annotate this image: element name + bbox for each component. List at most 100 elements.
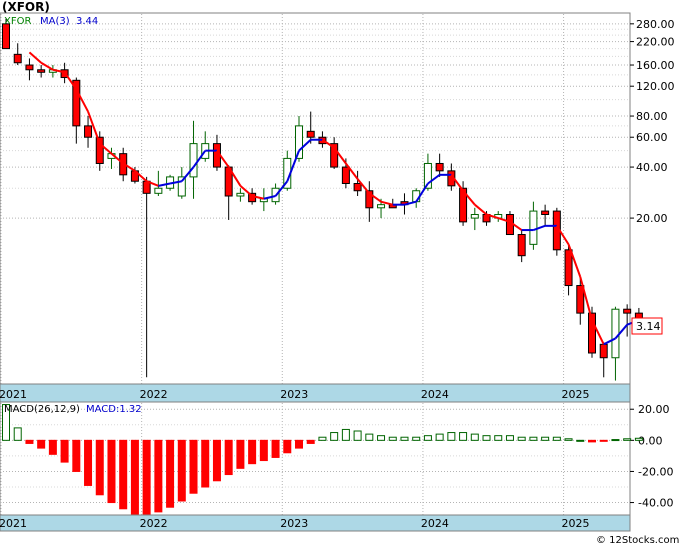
macd-bar (72, 439, 81, 472)
macd-bar (576, 439, 585, 442)
macd-bar (611, 439, 620, 442)
macd-bar (130, 439, 139, 516)
x-tick-label: 2023 (280, 517, 308, 530)
macd-legend-label: MACD(26,12,9) (4, 404, 80, 415)
macd-bar (248, 439, 257, 465)
candle-body (295, 125, 303, 159)
stock-chart: 280.00 220.00 160.00 120.00 80.00 60.00 40.00 2… (0, 0, 679, 546)
macd-bar (494, 435, 503, 441)
macd-bar (505, 435, 514, 441)
macd-bar (177, 439, 186, 502)
candle-body (84, 125, 93, 138)
macd-bar (377, 435, 386, 441)
macd-tick-label: 0.00 (638, 434, 663, 447)
candle-body (189, 143, 198, 178)
macd-y-axis: 20.00 0.00 -20.00 -40.00 (630, 403, 673, 510)
x-tick-label: 2025 (562, 517, 590, 530)
legend-ticker: XFOR (4, 16, 31, 27)
macd-bar (201, 439, 210, 488)
candle-body (25, 64, 34, 71)
candle-body (541, 210, 550, 216)
macd-bar (295, 439, 303, 449)
macd-bar (119, 439, 128, 510)
candle-body (2, 23, 10, 50)
candle-body (341, 166, 350, 184)
macd-panel (0, 401, 631, 516)
macd-bar (259, 439, 268, 462)
x-tick-label: 2025 (562, 388, 590, 401)
macd-tick-label: -40.00 (638, 497, 673, 510)
candle-body (623, 308, 632, 314)
price-x-axis-band (0, 383, 631, 403)
x-tick-label: 2023 (280, 388, 308, 401)
macd-bar (84, 439, 93, 486)
macd-bar (95, 439, 104, 496)
price-panel (0, 12, 631, 385)
macd-bar (564, 438, 573, 441)
candle-body (611, 308, 620, 359)
macd-bar (107, 439, 116, 504)
macd-bar (330, 432, 339, 441)
x-tick-label: 2022 (140, 517, 168, 530)
x-tick-label: 2024 (421, 388, 449, 401)
macd-bar (412, 436, 421, 441)
x-tick-label: 2024 (421, 517, 449, 530)
macd-bar (236, 439, 245, 469)
macd-bar (341, 428, 350, 441)
y-tick-label: 220.00 (636, 36, 675, 49)
chart-title: (XFOR) (2, 0, 50, 14)
y-tick-label: 60.00 (636, 131, 668, 144)
last-price-label: 3.14 (636, 320, 661, 333)
macd-bar (283, 439, 292, 454)
candle-body (435, 162, 444, 172)
macd-bar (60, 439, 69, 463)
macd-bar (599, 439, 608, 442)
macd-bar (37, 439, 46, 449)
y-tick-label: 80.00 (636, 110, 668, 123)
candle-body (306, 130, 315, 138)
macd-tick-label: 20.00 (638, 403, 670, 416)
macd-bar (423, 435, 432, 441)
macd-bar (212, 439, 221, 482)
macd-x-axis-band (0, 514, 631, 532)
macd-bar (482, 435, 491, 441)
macd-bar (517, 436, 526, 441)
y-tick-label: 120.00 (636, 80, 675, 93)
footer-credit: © 12Stocks.com (596, 535, 679, 546)
y-tick-label: 40.00 (636, 161, 668, 174)
macd-bar (447, 432, 456, 441)
macd-bar (271, 439, 280, 458)
macd-bar (459, 432, 468, 441)
macd-bar (541, 436, 550, 441)
macd-bar (470, 433, 479, 441)
y-tick-label: 160.00 (636, 59, 675, 72)
y-tick-label: 20.00 (636, 212, 668, 225)
macd-bar (189, 439, 198, 494)
macd-bar (154, 439, 163, 513)
macd-tick-label: -20.00 (638, 465, 673, 478)
macd-legend-value: MACD:1.32 (86, 404, 142, 415)
macd-bar (25, 439, 34, 444)
macd-bar (306, 439, 315, 444)
macd-bar (623, 438, 632, 441)
candle-body (154, 187, 163, 194)
macd-bar (634, 437, 643, 441)
candle-body (13, 53, 22, 64)
macd-bar (552, 436, 561, 441)
macd-bar (388, 436, 397, 441)
candle-body (377, 204, 386, 209)
macd-bar (48, 439, 57, 455)
macd-bar (400, 436, 409, 441)
x-tick-label: 2022 (140, 388, 168, 401)
candle-body (236, 192, 245, 197)
x-tick-label: 2021 (0, 517, 27, 530)
candle-body (517, 234, 526, 257)
y-tick-label: 280.00 (636, 18, 675, 31)
macd-bar (166, 439, 175, 508)
legend-ma-value: 3.44 (76, 16, 98, 27)
legend-ma-label: MA(3) (40, 16, 70, 27)
macd-bar (224, 439, 233, 476)
macd-bar (142, 439, 151, 516)
macd-bar (529, 436, 538, 441)
x-tick-label: 2021 (0, 388, 27, 401)
